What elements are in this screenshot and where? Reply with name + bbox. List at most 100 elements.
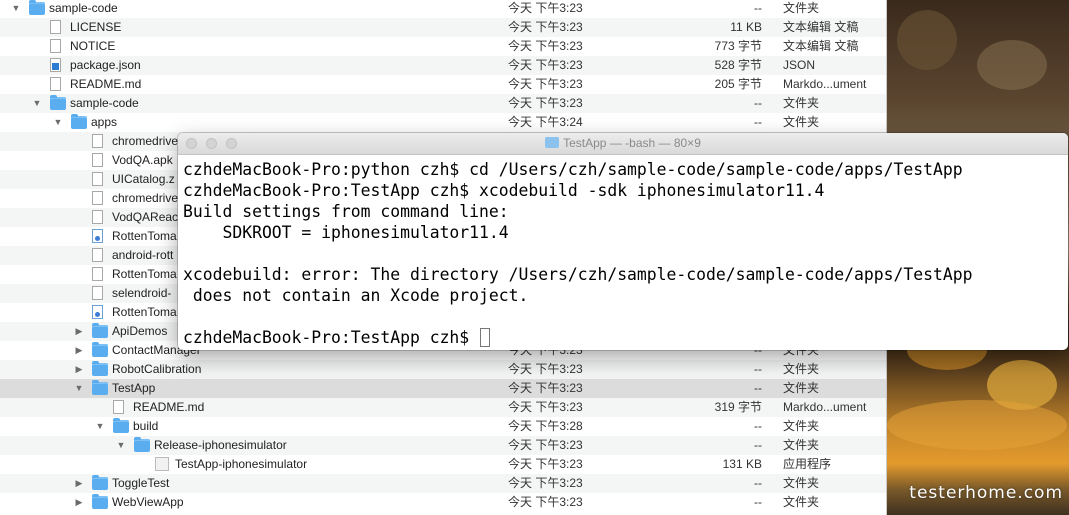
file-name: README.md bbox=[70, 77, 142, 91]
file-kind: 文本编辑 文稿 bbox=[783, 20, 859, 34]
list-item[interactable]: TestApp-iphonesimulator 今天 下午3:23 131 KB 应用… bbox=[0, 455, 886, 474]
folder-icon bbox=[134, 437, 150, 452]
file-icon bbox=[92, 210, 103, 224]
file-name: RobotCalibration bbox=[112, 362, 202, 376]
file-icon bbox=[113, 400, 124, 414]
close-button[interactable] bbox=[186, 138, 197, 149]
minimize-button[interactable] bbox=[206, 138, 217, 149]
list-item[interactable]: ▼ build 今天 下午3:28 -- 文件夹 bbox=[0, 417, 886, 436]
date-modified: 今天 下午3:23 bbox=[508, 438, 583, 452]
file-kind: 文件夹 bbox=[783, 381, 820, 395]
disclosure-collapsed-icon[interactable]: ▶ bbox=[73, 474, 85, 493]
list-item[interactable]: ▶ WebViewApp 今天 下午3:23 -- 文件夹 bbox=[0, 493, 886, 512]
disclosure-collapsed-icon[interactable]: ▶ bbox=[73, 341, 85, 360]
file-size: -- bbox=[754, 1, 762, 15]
list-item[interactable]: ▶ ToggleTest 今天 下午3:23 -- 文件夹 bbox=[0, 474, 886, 493]
date-modified: 今天 下午3:24 bbox=[508, 115, 583, 129]
terminal-title: TestApp — -bash — 80×9 bbox=[563, 136, 701, 150]
file-name: package.json bbox=[70, 58, 141, 72]
file-name: ApiDemos bbox=[112, 324, 168, 338]
disclosure-expanded-icon[interactable]: ▼ bbox=[10, 0, 22, 18]
file-name: UICatalog.z bbox=[112, 172, 175, 186]
folder-icon bbox=[92, 494, 108, 509]
file-name: Release-iphonesimulator bbox=[154, 438, 287, 452]
file-icon bbox=[92, 153, 103, 167]
file-name: selendroid- bbox=[112, 286, 172, 300]
date-modified: 今天 下午3:23 bbox=[508, 96, 583, 110]
disclosure-collapsed-icon[interactable]: ▶ bbox=[73, 322, 85, 341]
file-icon bbox=[92, 286, 103, 300]
terminal-cursor bbox=[480, 328, 491, 347]
app-icon bbox=[155, 457, 169, 471]
file-size: -- bbox=[754, 381, 762, 395]
file-name: build bbox=[133, 419, 159, 433]
file-kind: 文件夹 bbox=[783, 495, 820, 509]
date-modified: 今天 下午3:23 bbox=[508, 457, 583, 471]
file-name: VodQAReac bbox=[112, 210, 179, 224]
terminal-titlebar[interactable]: TestApp — -bash — 80×9 bbox=[178, 133, 1068, 155]
file-kind: Markdo...ument bbox=[783, 77, 867, 91]
file-size: -- bbox=[754, 419, 762, 433]
terminal-window[interactable]: TestApp — -bash — 80×9 czhdeMacBook-Pro:… bbox=[178, 133, 1068, 350]
file-icon bbox=[92, 229, 103, 243]
file-name: RottenToma bbox=[112, 305, 177, 319]
date-modified: 今天 下午3:23 bbox=[508, 495, 583, 509]
folder-icon bbox=[29, 0, 45, 15]
watermark-text: testerhome.com bbox=[909, 483, 1063, 503]
date-modified: 今天 下午3:23 bbox=[508, 381, 583, 395]
date-modified: 今天 下午3:23 bbox=[508, 58, 583, 72]
list-item[interactable]: ▼ sample-code 今天 下午3:23 -- 文件夹 bbox=[0, 0, 886, 18]
file-name: TestApp bbox=[112, 381, 156, 395]
file-size: -- bbox=[754, 96, 762, 110]
folder-icon bbox=[92, 380, 108, 395]
date-modified: 今天 下午3:23 bbox=[508, 362, 583, 376]
folder-icon bbox=[113, 418, 129, 433]
disclosure-expanded-icon[interactable]: ▼ bbox=[73, 379, 85, 398]
list-item[interactable]: README.md 今天 下午3:23 205 字节 Markdo...ument bbox=[0, 75, 886, 94]
disclosure-expanded-icon[interactable]: ▼ bbox=[94, 417, 106, 436]
date-modified: 今天 下午3:23 bbox=[508, 20, 583, 34]
list-item[interactable]: ▶ RobotCalibration 今天 下午3:23 -- 文件夹 bbox=[0, 360, 886, 379]
file-icon bbox=[50, 77, 61, 91]
file-kind: 文本编辑 文稿 bbox=[783, 39, 859, 53]
list-item[interactable]: ▼ TestApp 今天 下午3:23 -- 文件夹 bbox=[0, 379, 886, 398]
folder-icon bbox=[92, 475, 108, 490]
list-item[interactable]: ▼ apps 今天 下午3:24 -- 文件夹 bbox=[0, 113, 886, 132]
file-name: ToggleTest bbox=[112, 476, 170, 490]
folder-icon bbox=[545, 137, 560, 149]
list-item[interactable]: ▼ Release-iphonesimulator 今天 下午3:23 -- 文件夹 bbox=[0, 436, 886, 455]
terminal-line: does not contain an Xcode project. bbox=[183, 286, 529, 305]
terminal-output[interactable]: czhdeMacBook-Pro:python czh$ cd /Users/c… bbox=[178, 155, 1068, 348]
file-size: 131 KB bbox=[722, 457, 762, 471]
file-name: VodQA.apk bbox=[112, 153, 173, 167]
list-item[interactable]: NOTICE 今天 下午3:23 773 字节 文本编辑 文稿 bbox=[0, 37, 886, 56]
zoom-button[interactable] bbox=[226, 138, 237, 149]
file-kind: 文件夹 bbox=[783, 476, 820, 490]
list-item[interactable]: LICENSE 今天 下午3:23 11 KB 文本编辑 文稿 bbox=[0, 18, 886, 37]
file-size: 319 字节 bbox=[714, 400, 762, 414]
date-modified: 今天 下午3:23 bbox=[508, 1, 583, 15]
list-item[interactable]: ▼ sample-code 今天 下午3:23 -- 文件夹 bbox=[0, 94, 886, 113]
file-size: 11 KB bbox=[730, 20, 762, 34]
file-name: LICENSE bbox=[70, 20, 122, 34]
disclosure-expanded-icon[interactable]: ▼ bbox=[115, 436, 127, 455]
file-kind: 文件夹 bbox=[783, 1, 820, 15]
folder-icon bbox=[92, 323, 108, 338]
file-name: chromedrive bbox=[112, 134, 179, 148]
disclosure-expanded-icon[interactable]: ▼ bbox=[31, 94, 43, 113]
disclosure-expanded-icon[interactable]: ▼ bbox=[52, 113, 64, 132]
file-icon bbox=[92, 191, 103, 205]
file-name: android-rott bbox=[112, 248, 174, 262]
file-name: RottenToma bbox=[112, 229, 177, 243]
date-modified: 今天 下午3:23 bbox=[508, 39, 583, 53]
file-kind: JSON bbox=[783, 58, 816, 72]
file-icon bbox=[92, 267, 103, 281]
disclosure-collapsed-icon[interactable]: ▶ bbox=[73, 360, 85, 379]
file-name: chromedrive bbox=[112, 191, 179, 205]
list-item[interactable]: README.md 今天 下午3:23 319 字节 Markdo...ument bbox=[0, 398, 886, 417]
file-icon bbox=[92, 134, 103, 148]
list-item[interactable]: package.json 今天 下午3:23 528 字节 JSON bbox=[0, 56, 886, 75]
terminal-line: xcodebuild: error: The directory /Users/… bbox=[183, 265, 973, 284]
disclosure-collapsed-icon[interactable]: ▶ bbox=[73, 493, 85, 512]
folder-icon bbox=[71, 114, 87, 129]
